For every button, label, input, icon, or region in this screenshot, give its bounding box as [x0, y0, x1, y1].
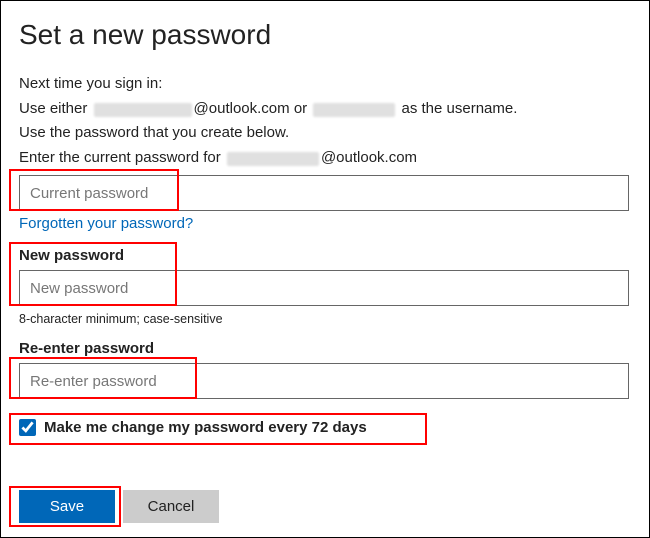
new-password-input[interactable] — [19, 270, 629, 306]
intro-use-password: Use the password that you create below. — [19, 122, 631, 145]
as-username: as the username. — [402, 100, 518, 117]
page-title: Set a new password — [19, 19, 631, 51]
enter-current-prefix: Enter the current password for — [19, 149, 221, 166]
enter-current-suffix: @outlook.com — [321, 149, 417, 166]
redacted-alt-username — [313, 103, 395, 117]
reenter-password-label: Re-enter password — [19, 340, 631, 357]
force-change-checkbox[interactable] — [19, 419, 36, 436]
outlook-or: @outlook.com or — [194, 100, 308, 117]
cancel-button[interactable]: Cancel — [123, 490, 219, 523]
intro-use-either: Use either @outlook.com or as the userna… — [19, 98, 631, 121]
current-password-input[interactable] — [19, 175, 629, 211]
intro-enter-current: Enter the current password for @outlook.… — [19, 147, 631, 170]
forgot-password-link[interactable]: Forgotten your password? — [19, 215, 193, 232]
redacted-email-local — [94, 103, 192, 117]
password-hint: 8-character minimum; case-sensitive — [19, 312, 631, 326]
new-password-label: New password — [19, 247, 631, 264]
redacted-current-email-local — [227, 152, 319, 166]
reenter-password-input[interactable] — [19, 363, 629, 399]
intro-next-time: Next time you sign in: — [19, 73, 631, 96]
save-button[interactable]: Save — [19, 490, 115, 523]
use-either-prefix: Use either — [19, 100, 87, 117]
force-change-label: Make me change my password every 72 days — [44, 419, 367, 436]
